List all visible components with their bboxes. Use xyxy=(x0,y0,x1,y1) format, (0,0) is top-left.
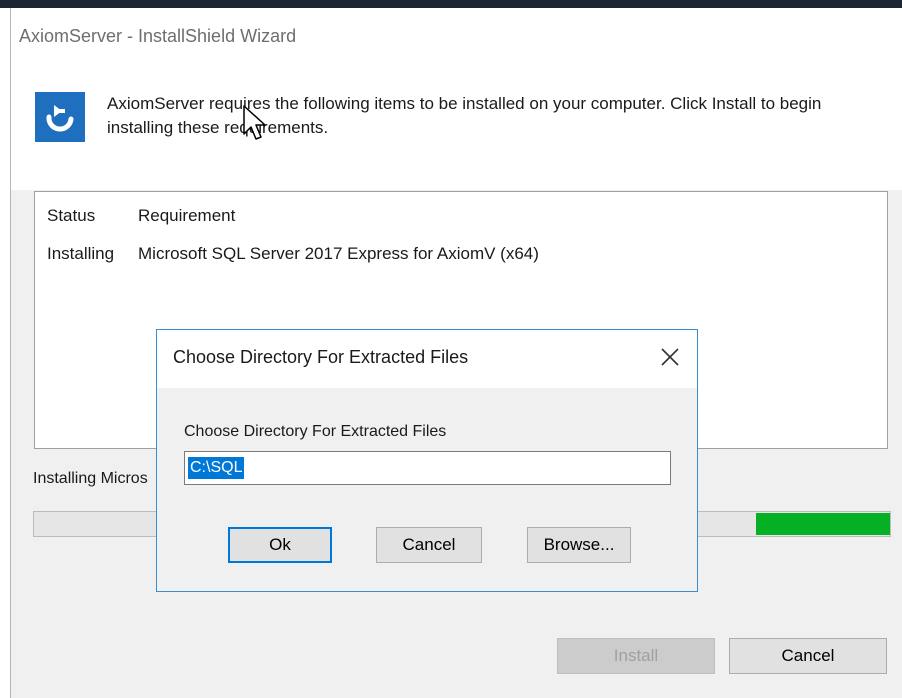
choose-directory-dialog: Choose Directory For Extracted Files Cho… xyxy=(156,329,698,592)
requirement-status: Installing xyxy=(47,244,115,263)
dialog-cancel-button[interactable]: Cancel xyxy=(376,527,482,563)
browse-button[interactable]: Browse... xyxy=(527,527,631,563)
mouse-cursor-icon xyxy=(243,105,266,140)
directory-path-value: C:\SQL xyxy=(188,457,245,479)
progress-status-text: Installing Micros xyxy=(33,470,148,487)
requirements-description: AxiomServer requires the following items… xyxy=(107,94,822,137)
install-button[interactable]: Install xyxy=(557,638,715,674)
column-header-requirement: Requirement xyxy=(138,206,236,225)
column-header-status: Status xyxy=(47,206,96,225)
close-icon[interactable] xyxy=(657,344,683,370)
cancel-button[interactable]: Cancel xyxy=(729,638,887,674)
dialog-title: Choose Directory For Extracted Files xyxy=(173,347,469,367)
installshield-app-icon xyxy=(35,92,85,142)
ok-button[interactable]: Ok xyxy=(228,527,332,563)
progress-bar-fill xyxy=(756,513,890,535)
window-title: AxiomServer - InstallShield Wizard xyxy=(19,26,297,46)
dialog-titlebar[interactable]: Choose Directory For Extracted Files xyxy=(157,330,697,388)
window-titlebar[interactable]: AxiomServer - InstallShield Wizard xyxy=(11,8,902,62)
wizard-header: AxiomServer requires the following items… xyxy=(11,62,902,190)
directory-field-label: Choose Directory For Extracted Files xyxy=(184,423,447,440)
directory-path-input[interactable]: C:\SQL xyxy=(184,451,671,485)
requirement-name: Microsoft SQL Server 2017 Express for Ax… xyxy=(138,244,539,263)
screen-top-edge xyxy=(0,0,902,8)
